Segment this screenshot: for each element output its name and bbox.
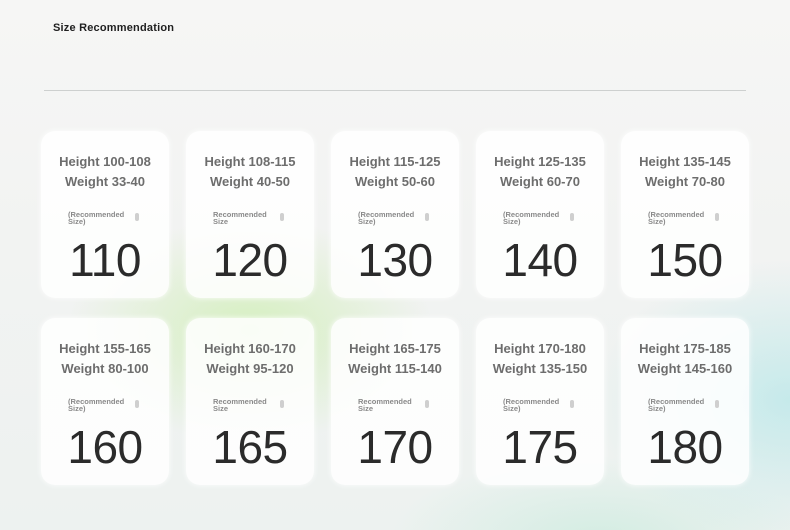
height-range: Height 170-180 [494, 341, 586, 356]
size-card: Height 165-175 Weight 115-140 Recommende… [331, 318, 459, 485]
size-card: Height 170-180 Weight 135-150 (Recommend… [476, 318, 604, 485]
recommended-size-label: (Recommended Size) [68, 210, 125, 226]
height-range: Height 175-185 [639, 341, 731, 356]
height-range: Height 165-175 [349, 341, 441, 356]
weight-range: Weight 135-150 [492, 361, 588, 376]
recommended-size-label: Recommended Size [213, 210, 267, 226]
weight-range: Weight 80-100 [61, 361, 149, 376]
recommended-size-label: (Recommended Size) [503, 210, 560, 226]
height-range: Height 100-108 [59, 154, 151, 169]
recommended-size-label: (Recommended Size) [503, 397, 560, 413]
size-card: Height 160-170 Weight 95-120 Recommended… [186, 318, 314, 485]
size-card: Height 155-165 Weight 80-100 (Recommende… [41, 318, 169, 485]
recommended-size-label: Recommended Size [358, 397, 412, 413]
recommended-size-label: (Recommended Size) [68, 397, 125, 413]
recommended-size-value: 180 [647, 421, 723, 473]
size-card: Height 108-115 Weight 40-50 Recommended … [186, 131, 314, 298]
recommended-size-value: 170 [357, 421, 433, 473]
height-range: Height 155-165 [59, 341, 151, 356]
height-range: Height 115-125 [349, 154, 441, 169]
marker-icon [425, 213, 429, 221]
weight-range: Weight 40-50 [210, 174, 290, 189]
recommended-size-value: 175 [502, 421, 578, 473]
header-divider [44, 90, 746, 91]
size-card: Height 125-135 Weight 60-70 (Recommended… [476, 131, 604, 298]
weight-range: Weight 60-70 [500, 174, 580, 189]
recommended-size-value: 130 [357, 234, 433, 286]
marker-icon [425, 400, 429, 408]
marker-icon [280, 213, 284, 221]
size-card: Height 115-125 Weight 50-60 (Recommended… [331, 131, 459, 298]
marker-icon [135, 400, 139, 408]
weight-range: Weight 50-60 [355, 174, 435, 189]
recommended-size-value: 110 [69, 234, 141, 286]
size-card: Height 175-185 Weight 145-160 (Recommend… [621, 318, 749, 485]
marker-icon [570, 213, 574, 221]
weight-range: Weight 145-160 [637, 361, 733, 376]
size-chart-grid: Height 100-108 Weight 33-40 (Recommended… [41, 131, 749, 485]
height-range: Height 135-145 [639, 154, 731, 169]
height-range: Height 125-135 [494, 154, 586, 169]
height-range: Height 160-170 [204, 341, 296, 356]
recommended-size-label: Recommended Size [213, 397, 267, 413]
recommended-size-label: (Recommended Size) [358, 210, 415, 226]
marker-icon [715, 213, 719, 221]
height-range: Height 108-115 [204, 154, 296, 169]
weight-range: Weight 70-80 [645, 174, 725, 189]
recommended-size-value: 165 [212, 421, 288, 473]
marker-icon [280, 400, 284, 408]
weight-range: Weight 33-40 [65, 174, 145, 189]
recommended-size-value: 160 [67, 421, 143, 473]
size-card: Height 135-145 Weight 70-80 (Recommended… [621, 131, 749, 298]
marker-icon [715, 400, 719, 408]
recommended-size-label: (Recommended Size) [648, 210, 705, 226]
recommended-size-value: 120 [212, 234, 288, 286]
page-title: Size Recommendation [53, 22, 175, 34]
marker-icon [135, 213, 139, 221]
recommended-size-label: (Recommended Size) [648, 397, 705, 413]
weight-range: Weight 115-140 [348, 361, 442, 376]
marker-icon [570, 400, 574, 408]
size-card: Height 100-108 Weight 33-40 (Recommended… [41, 131, 169, 298]
weight-range: Weight 95-120 [206, 361, 294, 376]
recommended-size-value: 150 [647, 234, 723, 286]
recommended-size-value: 140 [502, 234, 578, 286]
